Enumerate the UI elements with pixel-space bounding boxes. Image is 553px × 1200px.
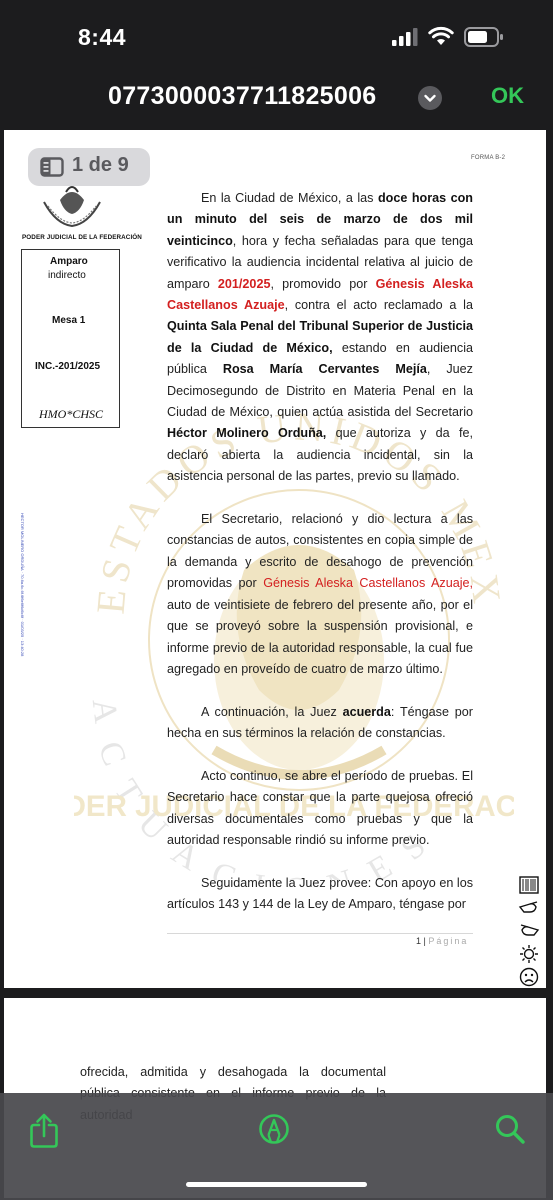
paragraph-1: En la Ciudad de México, a las doce horas… bbox=[167, 191, 474, 484]
home-indicator[interactable] bbox=[186, 1182, 367, 1187]
page-number-footer: 1 | Página bbox=[416, 936, 469, 946]
sad-face-icon bbox=[518, 967, 540, 987]
pointing-hand-icon bbox=[518, 898, 540, 918]
chevron-down-icon bbox=[424, 94, 436, 102]
document-title[interactable]: 077300003771182​5006 bbox=[108, 82, 377, 111]
document-nav-bar: 077300003771182​5006 OK bbox=[0, 80, 553, 130]
institution-name: PODER JUDICIAL DE LA FEDERACIÓN bbox=[22, 234, 142, 241]
signature-stamp-text: HECTOR MOLINERO ORDUÑA · 70.6a.6c.6f.6f6… bbox=[20, 513, 25, 657]
pointing-hand-right-icon bbox=[518, 921, 540, 941]
share-icon[interactable] bbox=[28, 1113, 60, 1149]
ok-button[interactable]: OK bbox=[491, 83, 524, 109]
markup-pen-icon[interactable] bbox=[258, 1113, 290, 1145]
sun-icon bbox=[518, 944, 540, 964]
case-inc-number: INC.-201/2025 bbox=[35, 361, 101, 372]
case-type-line1: Amparo bbox=[50, 256, 88, 267]
status-bar: 8:44 bbox=[0, 0, 553, 80]
cellular-signal-icon bbox=[392, 28, 418, 46]
paragraph-2: El Secretario, relacionó y dio lectura a… bbox=[167, 512, 474, 676]
search-icon[interactable] bbox=[494, 1113, 526, 1145]
pdf-page-1[interactable]: ESTADOS UNIDOS MEXICANOS ACTUACIONES POD… bbox=[4, 130, 546, 988]
case-mesa: Mesa 1 bbox=[52, 315, 86, 326]
coat-of-arms-logo bbox=[43, 186, 101, 228]
document-body: En la Ciudad de México, a las doce horas… bbox=[167, 188, 473, 937]
battery-icon bbox=[464, 27, 503, 47]
margin-symbols bbox=[518, 875, 540, 988]
footer-divider bbox=[167, 933, 473, 934]
page-counter-badge[interactable]: 1 de 9 bbox=[28, 148, 150, 186]
page-number: 1 bbox=[416, 936, 422, 946]
status-time: 8:44 bbox=[78, 24, 127, 50]
form-code: FORMA B-2 bbox=[471, 155, 506, 161]
wifi-icon bbox=[428, 26, 454, 45]
case-initials: HMO*CHSC bbox=[39, 407, 104, 421]
barcode-icon bbox=[518, 875, 540, 895]
paragraph-4: Acto continuo, se abre el período de pru… bbox=[167, 768, 473, 848]
screen: 8:44 077300003771182​5006 OK bbox=[0, 0, 553, 1200]
title-menu-button[interactable] bbox=[418, 86, 442, 110]
case-type-line2: indirecto bbox=[48, 270, 86, 281]
page-counter-text: 1 de 9 bbox=[72, 154, 129, 176]
paragraph-5: Seguidamente la Juez provee: Con apoyo e… bbox=[167, 875, 473, 912]
paragraph-3: A continuación, la Juez acuerda: Téngase… bbox=[167, 704, 473, 741]
electronic-signature-stamp: HECTOR MOLINERO ORDUÑA · 70.6a.6c.6f.6f6… bbox=[15, 513, 27, 656]
page-word: Página bbox=[428, 936, 469, 946]
sidebar-icon bbox=[40, 157, 64, 177]
case-info-box: Amparo indirecto Mesa 1 INC.-201/2025 HM… bbox=[21, 249, 120, 428]
